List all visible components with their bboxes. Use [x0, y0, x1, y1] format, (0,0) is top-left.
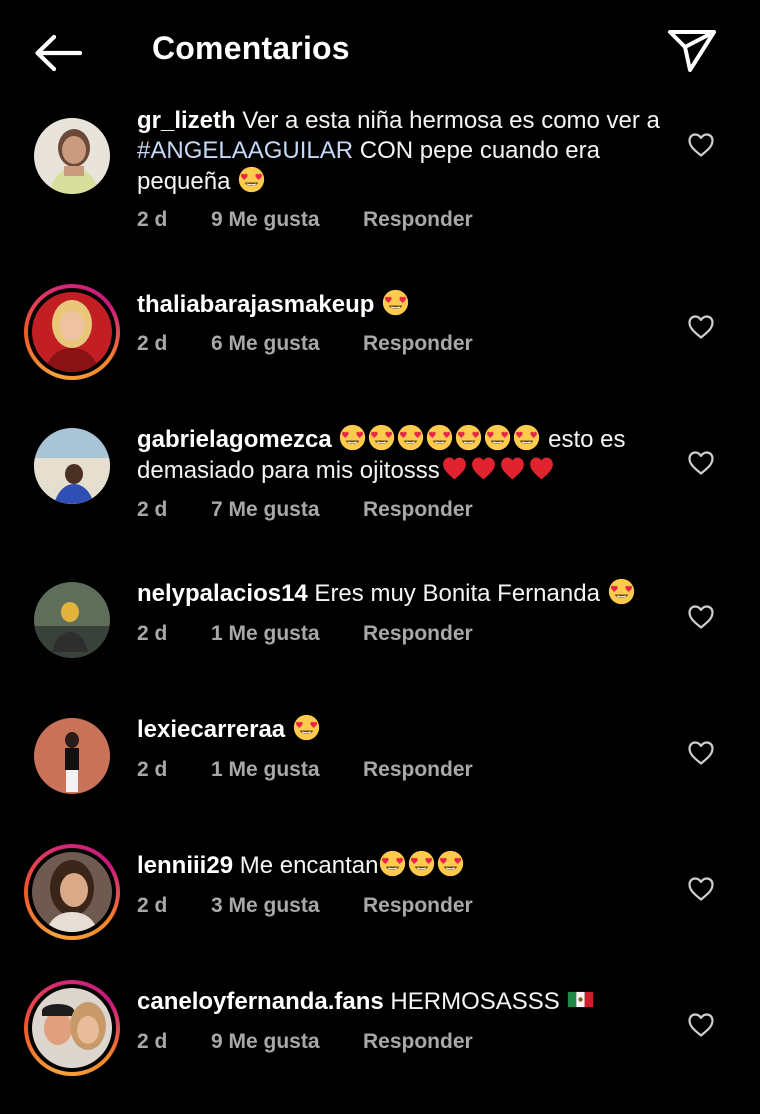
heart-eyes-emoji	[238, 166, 265, 193]
like-heart-icon[interactable]	[687, 1012, 715, 1038]
mexico-flag-emoji	[567, 986, 594, 1013]
comment-text: thaliabarajasmakeup	[137, 289, 665, 320]
comment-username[interactable]: caneloyfernanda.fans	[137, 988, 384, 1015]
paper-plane-icon[interactable]	[664, 26, 720, 76]
avatar-photo	[32, 852, 112, 932]
top-bar: Comentarios	[0, 0, 760, 104]
like-heart-icon[interactable]	[687, 450, 715, 476]
red-heart-emoji	[441, 455, 468, 482]
like-heart-icon[interactable]	[687, 132, 715, 158]
avatar-photo	[34, 582, 110, 658]
comment-time: 2 d	[137, 208, 168, 231]
comment-time: 2 d	[137, 758, 168, 781]
avatar[interactable]	[24, 708, 120, 804]
reply-button[interactable]: Responder	[363, 498, 473, 522]
comment-text: lenniii29 Me encantan	[137, 850, 665, 881]
avatar[interactable]	[24, 844, 120, 940]
heart-eyes-emoji	[379, 850, 406, 877]
likes-count[interactable]: 6 Me gusta	[211, 332, 320, 356]
red-heart-emoji	[470, 455, 497, 482]
avatar-photo	[32, 988, 112, 1068]
heart-eyes-emoji	[293, 714, 320, 741]
heart-eyes-emoji	[368, 424, 395, 451]
avatar[interactable]	[24, 418, 120, 514]
likes-count[interactable]: 1 Me gusta	[211, 622, 320, 646]
heart-eyes-emoji	[382, 289, 409, 316]
reply-button[interactable]: Responder	[363, 758, 473, 782]
comment-username[interactable]: lenniii29	[137, 852, 233, 879]
avatar-photo	[34, 718, 110, 794]
avatar[interactable]	[24, 108, 120, 204]
heart-eyes-emoji	[437, 850, 464, 877]
comment-text: lexiecarreraa	[137, 714, 665, 745]
heart-eyes-emoji	[455, 424, 482, 451]
avatar-photo	[32, 292, 112, 372]
comment-text: gr_lizeth Ver a esta niña hermosa es com…	[137, 107, 660, 195]
like-heart-icon[interactable]	[687, 314, 715, 340]
comment-username[interactable]: thaliabarajasmakeup	[137, 291, 374, 318]
avatar[interactable]	[24, 572, 120, 668]
reply-button[interactable]: Responder	[363, 208, 473, 232]
comment-username[interactable]: gabrielagomezca	[137, 426, 332, 453]
avatar-photo	[34, 428, 110, 504]
hashtag-link[interactable]: #ANGELAAGUILAR	[137, 137, 353, 164]
comment-username[interactable]: lexiecarreraa	[137, 716, 285, 743]
comment-time: 2 d	[137, 498, 168, 521]
avatar[interactable]	[24, 980, 120, 1076]
reply-button[interactable]: Responder	[363, 332, 473, 356]
heart-eyes-emoji	[397, 424, 424, 451]
reply-button[interactable]: Responder	[363, 894, 473, 918]
likes-count[interactable]: 7 Me gusta	[211, 498, 320, 522]
avatar-photo	[34, 118, 110, 194]
comment-text: caneloyfernanda.fans HERMOSASSS	[137, 986, 665, 1017]
comment-username[interactable]: nelypalacios14	[137, 580, 308, 607]
likes-count[interactable]: 9 Me gusta	[211, 1030, 320, 1054]
avatar[interactable]	[24, 284, 120, 380]
heart-eyes-emoji	[408, 850, 435, 877]
comment-time: 2 d	[137, 1030, 168, 1053]
comment-time: 2 d	[137, 622, 168, 645]
arrow-left-icon[interactable]	[30, 30, 88, 76]
reply-button[interactable]: Responder	[363, 1030, 473, 1054]
red-heart-emoji	[499, 455, 526, 482]
comment-time: 2 d	[137, 894, 168, 917]
comment-text: nelypalacios14 Eres muy Bonita Fernanda	[137, 578, 665, 609]
likes-count[interactable]: 9 Me gusta	[211, 208, 320, 232]
heart-eyes-emoji	[426, 424, 453, 451]
heart-eyes-emoji	[339, 424, 366, 451]
like-heart-icon[interactable]	[687, 876, 715, 902]
heart-eyes-emoji	[608, 578, 635, 605]
red-heart-emoji	[528, 455, 555, 482]
heart-eyes-emoji	[513, 424, 540, 451]
comment-username[interactable]: gr_lizeth	[137, 107, 236, 134]
heart-eyes-emoji	[484, 424, 511, 451]
reply-button[interactable]: Responder	[363, 622, 473, 646]
like-heart-icon[interactable]	[687, 604, 715, 630]
comment-time: 2 d	[137, 332, 168, 355]
likes-count[interactable]: 3 Me gusta	[211, 894, 320, 918]
comment-text: gabrielagomezca esto es demasiado para m…	[137, 424, 626, 484]
likes-count[interactable]: 1 Me gusta	[211, 758, 320, 782]
page-title: Comentarios	[152, 30, 350, 66]
like-heart-icon[interactable]	[687, 740, 715, 766]
